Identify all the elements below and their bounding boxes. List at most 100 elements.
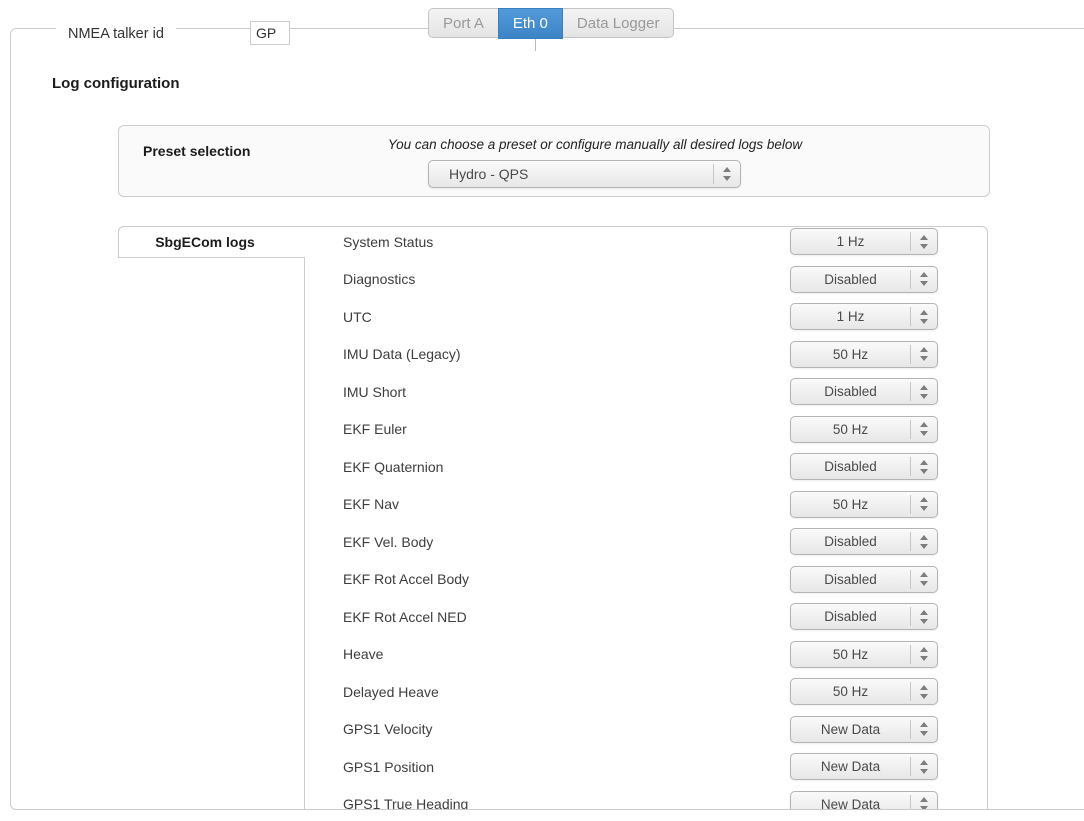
spinner-up-icon[interactable]: [920, 235, 928, 240]
log-rate-select[interactable]: 50 Hz: [790, 641, 938, 668]
spinner-down-icon[interactable]: [920, 281, 928, 286]
spinner-up-icon[interactable]: [920, 385, 928, 390]
log-rate-select-spinner[interactable]: [910, 682, 937, 701]
tab-port-a[interactable]: Port A: [428, 8, 499, 38]
spinner-down-icon[interactable]: [920, 244, 928, 249]
spinner-down-icon[interactable]: [920, 731, 928, 736]
log-row: EKF Nav 50 Hz: [305, 486, 988, 524]
log-rate-select-value: New Data: [791, 717, 910, 742]
log-row: UTC 1 Hz: [305, 298, 988, 336]
log-rate-select-spinner[interactable]: [910, 420, 937, 439]
log-rate-select-spinner[interactable]: [910, 757, 937, 776]
spinner-down-icon[interactable]: [920, 319, 928, 324]
log-rate-select-spinner[interactable]: [910, 232, 937, 251]
page-title: Log configuration: [52, 75, 179, 92]
spinner-up-icon[interactable]: [920, 347, 928, 352]
log-row: EKF Rot Accel Body Disabled: [305, 561, 988, 599]
spinner-down-icon[interactable]: [920, 356, 928, 361]
log-row-label: EKF Euler: [343, 421, 407, 437]
spinner-up-icon[interactable]: [920, 647, 928, 652]
spinner-up-icon[interactable]: [920, 610, 928, 615]
spinner-down-icon[interactable]: [920, 544, 928, 549]
log-rate-select[interactable]: New Data: [790, 753, 938, 780]
log-rate-select-value: New Data: [791, 792, 910, 810]
log-row: Heave 50 Hz: [305, 636, 988, 674]
spinner-up-icon[interactable]: [920, 272, 928, 277]
log-rate-select-value: Disabled: [791, 454, 910, 479]
spinner-up-icon[interactable]: [920, 722, 928, 727]
spinner-down-icon[interactable]: [920, 619, 928, 624]
log-rate-select-value: Disabled: [791, 604, 910, 629]
spinner-down-icon[interactable]: [920, 581, 928, 586]
log-rate-select[interactable]: 50 Hz: [790, 678, 938, 705]
spinner-up-icon[interactable]: [920, 797, 928, 802]
content-panel: Log configuration Preset selection You c…: [10, 28, 1084, 810]
log-row: GPS1 True Heading New Data: [305, 786, 988, 811]
log-rate-select[interactable]: 50 Hz: [790, 416, 938, 443]
tab-eth-0[interactable]: Eth 0: [498, 8, 563, 39]
log-rate-select[interactable]: 1 Hz: [790, 303, 938, 330]
log-rate-select[interactable]: 50 Hz: [790, 341, 938, 368]
log-rate-select-spinner[interactable]: [910, 345, 937, 364]
log-rate-select[interactable]: Disabled: [790, 453, 938, 480]
spinner-down-icon[interactable]: [920, 394, 928, 399]
spinner-up-icon[interactable]: [920, 535, 928, 540]
spinner-up-icon[interactable]: [920, 760, 928, 765]
spinner-down-icon[interactable]: [920, 694, 928, 699]
log-rate-select-value: 1 Hz: [791, 229, 910, 254]
nmea-talker-id-input[interactable]: [250, 21, 290, 45]
log-rate-select-spinner[interactable]: [910, 270, 937, 289]
log-rate-select-spinner[interactable]: [910, 495, 937, 514]
spinner-down-icon[interactable]: [920, 506, 928, 511]
log-row-label: EKF Rot Accel NED: [343, 609, 467, 625]
log-rate-select-value: 1 Hz: [791, 304, 910, 329]
log-rate-select-spinner[interactable]: [910, 382, 937, 401]
log-row: GPS1 Velocity New Data: [305, 711, 988, 749]
log-rate-select[interactable]: Disabled: [790, 603, 938, 630]
log-rate-select-value: 50 Hz: [791, 417, 910, 442]
preset-select-value: Hydro - QPS: [429, 161, 713, 187]
tab-bar: Port AEth 0Data Logger: [428, 8, 674, 39]
spinner-down-icon[interactable]: [920, 656, 928, 661]
log-rate-select[interactable]: New Data: [790, 716, 938, 743]
log-rate-select-spinner[interactable]: [910, 570, 937, 589]
log-rate-select[interactable]: Disabled: [790, 378, 938, 405]
log-row-label: IMU Data (Legacy): [343, 346, 460, 362]
log-rate-select[interactable]: 50 Hz: [790, 491, 938, 518]
spinner-down-icon[interactable]: [920, 469, 928, 474]
log-rate-select-spinner[interactable]: [910, 532, 937, 551]
log-rate-select-value: Disabled: [791, 529, 910, 554]
spinner-up-icon[interactable]: [920, 310, 928, 315]
log-rate-select-value: 50 Hz: [791, 492, 910, 517]
spinner-up-icon[interactable]: [723, 167, 731, 172]
spinner-up-icon[interactable]: [920, 497, 928, 502]
log-rate-select[interactable]: Disabled: [790, 266, 938, 293]
log-rate-select-spinner[interactable]: [910, 795, 937, 810]
preset-select-spinner[interactable]: [713, 164, 740, 184]
log-rate-select-spinner[interactable]: [910, 607, 937, 626]
spinner-down-icon[interactable]: [723, 176, 731, 181]
spinner-up-icon[interactable]: [920, 422, 928, 427]
log-rate-select[interactable]: Disabled: [790, 566, 938, 593]
spinner-down-icon[interactable]: [920, 431, 928, 436]
log-rate-select-spinner[interactable]: [910, 457, 937, 476]
spinner-up-icon[interactable]: [920, 460, 928, 465]
log-rate-select-value: New Data: [791, 754, 910, 779]
preset-hint-text: You can choose a preset or configure man…: [209, 137, 981, 152]
log-rate-select[interactable]: 1 Hz: [790, 228, 938, 255]
log-rate-select[interactable]: New Data: [790, 791, 938, 810]
preset-select[interactable]: Hydro - QPS: [428, 160, 741, 188]
log-rate-select-spinner[interactable]: [910, 645, 937, 664]
log-rate-select[interactable]: Disabled: [790, 528, 938, 555]
log-row: IMU Short Disabled: [305, 373, 988, 411]
log-rate-select-spinner[interactable]: [910, 720, 937, 739]
spinner-down-icon[interactable]: [920, 806, 928, 810]
spinner-up-icon[interactable]: [920, 572, 928, 577]
spinner-up-icon[interactable]: [920, 685, 928, 690]
log-row: Diagnostics Disabled: [305, 261, 988, 299]
active-tab-connector-line: [535, 38, 536, 51]
spinner-down-icon[interactable]: [920, 769, 928, 774]
nmea-talker-id-label: NMEA talker id: [56, 25, 176, 43]
tab-data-logger[interactable]: Data Logger: [562, 8, 675, 38]
log-rate-select-spinner[interactable]: [910, 307, 937, 326]
